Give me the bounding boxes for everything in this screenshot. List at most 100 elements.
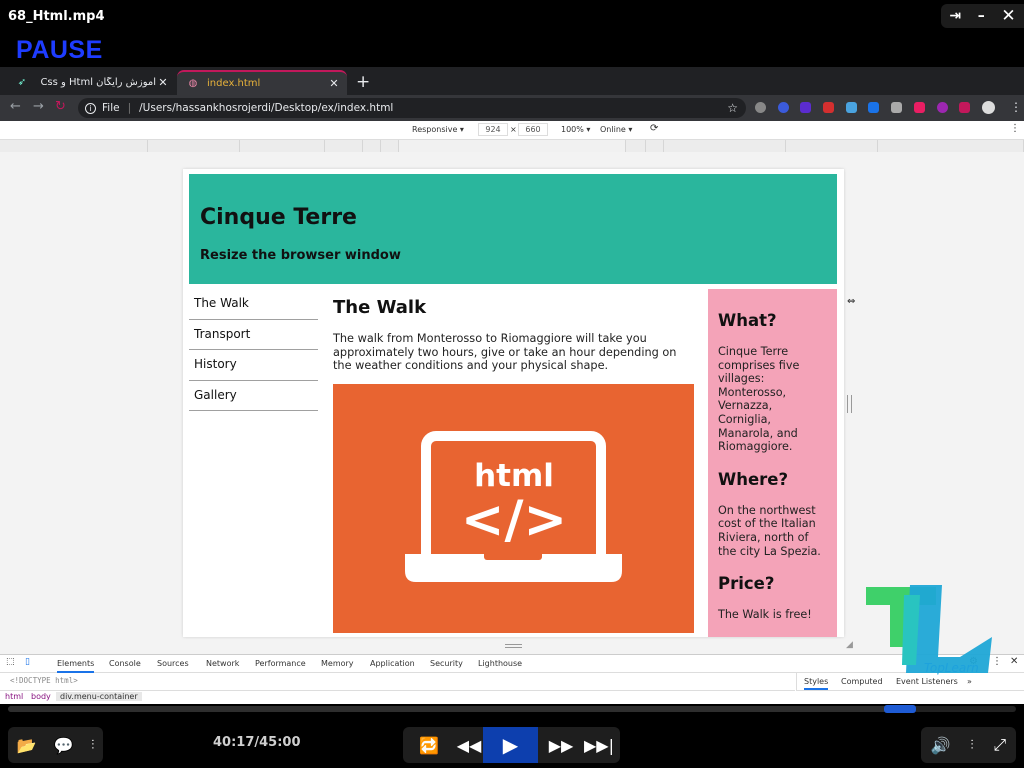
- laptop-icon: html </>: [405, 431, 622, 582]
- seek-handle[interactable]: [884, 705, 916, 713]
- extension-icon[interactable]: [800, 102, 811, 113]
- aside-text-price: The Walk is free!: [718, 608, 812, 622]
- crumb-menu-container[interactable]: div.menu-container: [56, 692, 142, 701]
- open-folder-icon[interactable]: 📂: [17, 736, 37, 755]
- close-tab-icon[interactable]: ✕: [327, 77, 341, 90]
- url-bar[interactable]: i File | /Users/hassankhosrojerdi/Deskto…: [78, 98, 746, 118]
- puzzle-icon[interactable]: [959, 102, 970, 113]
- tab-index-html[interactable]: ◍ index.html ✕: [177, 70, 347, 95]
- tab-security[interactable]: Security: [430, 659, 463, 668]
- close-tab-icon[interactable]: ✕: [156, 76, 170, 89]
- equalizer-icon[interactable]: ⫶: [91, 738, 94, 753]
- aside-title-price: Price?: [718, 574, 775, 594]
- volume-icon[interactable]: 🔊: [931, 736, 951, 755]
- url-scheme: File: [102, 102, 120, 114]
- subtitles-icon[interactable]: 💬: [54, 736, 74, 755]
- menu-item-history[interactable]: History: [189, 350, 318, 381]
- tab-label: آموزش رایگان Html و Css: [40, 77, 156, 88]
- reload-icon[interactable]: ↻: [55, 99, 66, 114]
- crumb-html[interactable]: html: [5, 692, 23, 701]
- menu-icon[interactable]: ⋮: [1010, 100, 1022, 114]
- times-sign: ×: [510, 125, 517, 134]
- back-icon[interactable]: ←: [10, 99, 21, 114]
- playback-time: 40:17/45:00: [213, 735, 301, 750]
- menu-item-gallery[interactable]: Gallery: [189, 381, 318, 411]
- toplearn-logo: TopLearn: [864, 585, 994, 680]
- main-text: The walk from Monterosso to Riomaggiore …: [333, 332, 677, 373]
- dom-code-line[interactable]: <!DOCTYPE html>: [10, 676, 78, 685]
- extension-icon[interactable]: [823, 102, 834, 113]
- aside-text-where: On the northwest cost of the Italian Riv…: [718, 503, 821, 558]
- menu-item-transport[interactable]: Transport: [189, 320, 318, 350]
- audio-settings-icon[interactable]: ⫶: [970, 738, 973, 753]
- inspect-icon[interactable]: ⬚: [6, 657, 15, 667]
- left-controls: 📂 💬 ⫶: [8, 727, 103, 763]
- corner-resize-icon[interactable]: ◢: [846, 640, 853, 650]
- pause-status: PAUSE: [16, 36, 103, 64]
- rewind-icon[interactable]: ◀◀: [455, 736, 483, 755]
- tab-styles[interactable]: Styles: [804, 677, 829, 690]
- url-separator: |: [127, 102, 132, 114]
- globe-icon: ◍: [188, 77, 198, 89]
- height-input[interactable]: 660: [518, 123, 548, 136]
- url-text: /Users/hassankhosrojerdi/Desktop/ex/inde…: [139, 102, 394, 114]
- menu-item-the-walk[interactable]: The Walk: [189, 289, 318, 320]
- right-controls: 🔊 ⫶ ⤢: [921, 727, 1016, 763]
- height-resize-handle[interactable]: [505, 644, 522, 648]
- network-select[interactable]: Online ▾: [600, 125, 632, 134]
- new-tab-button[interactable]: +: [356, 72, 370, 92]
- tab-memory[interactable]: Memory: [321, 659, 354, 668]
- react-icon[interactable]: [937, 102, 948, 113]
- tab-lighthouse[interactable]: Lighthouse: [478, 659, 522, 668]
- page-header: Cinque Terre Resize the browser window: [189, 174, 837, 284]
- tab-label: index.html: [207, 78, 261, 89]
- tab-network[interactable]: Network: [206, 659, 239, 668]
- info-icon[interactable]: i: [85, 102, 96, 114]
- tab-sources[interactable]: Sources: [157, 659, 189, 668]
- tab-elements[interactable]: Elements: [57, 659, 95, 673]
- devtools-close-icon[interactable]: ✕: [1010, 656, 1018, 667]
- width-input[interactable]: 924: [478, 123, 508, 136]
- next-icon[interactable]: ▶▶|: [584, 736, 614, 755]
- bookmark-star-icon[interactable]: ☆: [727, 101, 738, 115]
- emulated-page: Cinque Terre Resize the browser window T…: [183, 169, 844, 637]
- zoom-select[interactable]: 100% ▾: [561, 125, 590, 134]
- fast-forward-icon[interactable]: ▶▶: [538, 736, 584, 755]
- resize-cursor-icon: ⇔: [847, 296, 856, 307]
- aside-title-what: What?: [718, 311, 777, 330]
- responsive-select[interactable]: Responsive ▾: [412, 125, 464, 134]
- translate-icon[interactable]: [868, 102, 879, 113]
- breadcrumb: html body div.menu-container: [0, 690, 795, 703]
- forward-icon[interactable]: →: [33, 99, 44, 114]
- extension-icon[interactable]: [778, 102, 789, 113]
- extension-icon[interactable]: [846, 102, 857, 113]
- repeat-icon[interactable]: 🔁: [403, 736, 455, 755]
- pin-icon[interactable]: ⇥: [949, 8, 961, 24]
- close-icon[interactable]: ✕: [1001, 6, 1015, 26]
- tab-toplearn[interactable]: ➶ آموزش رایگان Html و Css ✕: [6, 70, 176, 95]
- aside-title-where: Where?: [718, 469, 789, 489]
- code-brackets: </>: [461, 490, 567, 550]
- width-resize-handle[interactable]: [847, 395, 852, 413]
- tab-console[interactable]: Console: [109, 659, 141, 668]
- crumb-body[interactable]: body: [31, 692, 51, 701]
- more-options-icon[interactable]: ⋮: [1010, 123, 1020, 134]
- toplearn-favicon-icon: ➶: [17, 76, 27, 88]
- menu-container: The Walk Transport History Gallery: [189, 289, 318, 411]
- page-subtitle: Resize the browser window: [200, 248, 401, 263]
- media-query-bar[interactable]: [0, 140, 1024, 152]
- tab-performance[interactable]: Performance: [255, 659, 306, 668]
- minimize-icon[interactable]: –: [978, 8, 985, 24]
- watermark-text: TopLearn: [924, 661, 979, 675]
- device-toggle-icon[interactable]: ▯: [25, 657, 30, 667]
- avatar[interactable]: [982, 101, 995, 114]
- extension-icon[interactable]: [891, 102, 902, 113]
- extension-icon[interactable]: [755, 102, 766, 113]
- play-button[interactable]: ▶: [483, 727, 538, 763]
- aside-text-what: Cinque Terre comprises five villages: Mo…: [718, 345, 800, 454]
- tab-application[interactable]: Application: [370, 659, 415, 668]
- tab-bar: ➶ آموزش رایگان Html و Css ✕ ◍ index.html…: [0, 67, 1024, 95]
- extension-icon[interactable]: [914, 102, 925, 113]
- fullscreen-icon[interactable]: ⤢: [993, 735, 1006, 755]
- rotate-icon[interactable]: ⟳: [650, 123, 658, 134]
